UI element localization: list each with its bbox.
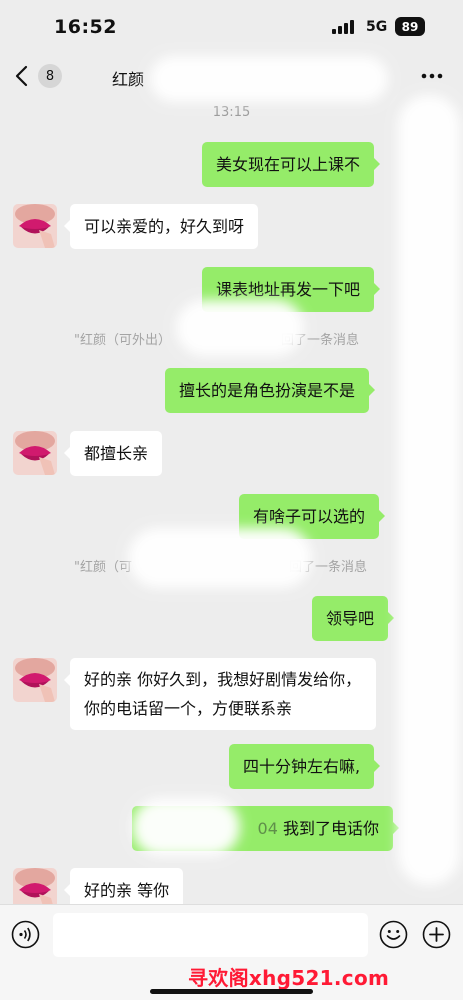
status-time: 16:52 xyxy=(54,16,117,38)
message-bubble-sent[interactable]: 美女现在可以上课不 xyxy=(202,142,381,187)
input-bar: 寻欢阁xhg521.com xyxy=(0,904,463,1000)
message-text: 我到了电话你 xyxy=(282,819,379,838)
battery-indicator: 89 xyxy=(395,17,425,36)
notice-text-start: "红颜（可外出） xyxy=(74,333,171,348)
contact-avatar[interactable] xyxy=(13,431,57,475)
contact-avatar[interactable] xyxy=(13,204,57,248)
contact-avatar[interactable] xyxy=(13,658,57,702)
timestamp-divider: 13:15 xyxy=(212,105,251,120)
redaction-patch xyxy=(128,528,312,588)
redaction-patch xyxy=(132,798,240,856)
message-bubble-sent[interactable]: 四十分钟左右嘛, xyxy=(229,744,381,789)
message-prefix: 04 xyxy=(257,819,278,838)
message-bubble-sent[interactable]: 领导吧 xyxy=(312,596,395,641)
back-chevron-icon xyxy=(15,65,28,87)
notice-text-start: "红颜（可 xyxy=(74,560,132,575)
message-bubble-received[interactable]: 可以亲爱的，好久到呀 xyxy=(63,204,259,249)
redaction-patch xyxy=(398,95,460,885)
message-bubble-received[interactable]: 都擅长亲 xyxy=(63,431,163,476)
emoji-icon[interactable] xyxy=(379,920,408,949)
home-indicator[interactable] xyxy=(150,989,313,994)
unread-count-badge: 8 xyxy=(38,64,62,88)
avatar-image xyxy=(13,431,57,475)
message-input[interactable] xyxy=(53,913,368,957)
message-bubble-sent[interactable]: 擅长的是角色扮演是不是 xyxy=(165,368,376,413)
more-icon xyxy=(421,73,443,79)
redaction-patch xyxy=(176,300,304,356)
chat-title: 红颜 xyxy=(112,70,145,89)
signal-icon xyxy=(332,20,356,34)
avatar-image xyxy=(13,658,57,702)
plus-icon[interactable] xyxy=(422,920,451,949)
network-label: 5G xyxy=(366,19,388,35)
avatar-image xyxy=(13,204,57,248)
more-button[interactable] xyxy=(415,66,449,86)
message-bubble-received[interactable]: 好的亲 你好久到，我想好剧情发给你，你的电话留一个，方便联系亲 xyxy=(64,658,376,730)
back-button[interactable]: 8 xyxy=(10,61,62,91)
redaction-patch xyxy=(150,56,388,102)
site-watermark: 寻欢阁xhg521.com xyxy=(188,966,390,990)
status-bar: 16:52 5G 89 xyxy=(0,0,463,52)
voice-icon[interactable] xyxy=(11,920,40,949)
